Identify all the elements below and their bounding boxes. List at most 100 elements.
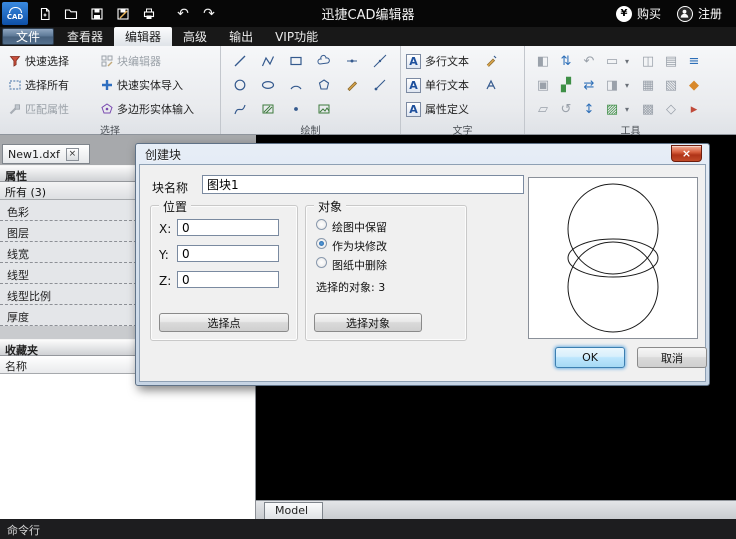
open-file-icon	[64, 6, 79, 21]
tool-icon-1-3[interactable]: ↶	[579, 54, 599, 69]
tool-icon-3-5[interactable]: ▩	[638, 102, 658, 117]
tool-icon-2-1[interactable]: ▣	[533, 78, 553, 93]
tool-dropdown-icon-2[interactable]: ▾	[625, 81, 635, 90]
tool-icon-1-2[interactable]: ⇅	[556, 54, 576, 69]
menu-item-vip[interactable]: VIP功能	[264, 27, 329, 46]
circle-icon[interactable]	[228, 75, 252, 96]
logo-text: CAD	[7, 14, 23, 21]
block-editor-button[interactable]: 块编辑器	[97, 52, 215, 70]
save-as-button[interactable]	[110, 2, 136, 25]
block-editor-icon	[99, 54, 114, 69]
document-tab[interactable]: New1.dxf ×	[2, 144, 90, 164]
match-properties-icon	[7, 102, 22, 117]
register-button[interactable]: 注册	[677, 5, 722, 22]
revision-cloud-icon[interactable]	[312, 51, 336, 72]
line-icon[interactable]	[228, 51, 252, 72]
tool-icon-2-5[interactable]: ▦	[638, 78, 658, 93]
match-properties-button[interactable]: 匹配属性	[5, 100, 97, 118]
multiline-text-button[interactable]: A 多行文本	[406, 49, 519, 73]
person-icon	[677, 6, 693, 22]
dialog-titlebar[interactable]: 创建块	[136, 144, 709, 164]
attribute-define-button[interactable]: A 属性定义	[406, 97, 519, 121]
ok-button[interactable]: OK	[555, 347, 625, 368]
quick-entity-import-button[interactable]: 快速实体导入	[97, 76, 215, 94]
tool-icon-3-7[interactable]: ▸	[684, 102, 704, 117]
tool-icon-2-7[interactable]: ◆	[684, 78, 704, 93]
spline-icon[interactable]	[228, 99, 252, 120]
tool-icon-1-4[interactable]: ▭	[602, 54, 622, 69]
command-line-bar[interactable]: 命令行	[0, 519, 736, 539]
selected-objects-count: 选择的对象: 3	[316, 279, 385, 295]
point-node-icon[interactable]	[340, 51, 364, 72]
block-name-input[interactable]	[202, 175, 524, 194]
document-tab-label: New1.dxf	[8, 148, 60, 161]
image-icon[interactable]	[312, 99, 336, 120]
menu-item-viewer[interactable]: 查看器	[56, 27, 114, 46]
position-group-label: 位置	[159, 198, 191, 215]
ellipse-icon[interactable]	[256, 75, 280, 96]
favorites-name-list[interactable]	[0, 374, 256, 519]
register-label: 注册	[698, 5, 722, 22]
dialog-close-button[interactable]: ×	[671, 145, 702, 162]
x-input[interactable]	[177, 219, 279, 236]
hatch-icon[interactable]	[256, 99, 280, 120]
radio-delete-from-drawing[interactable]	[316, 257, 327, 268]
undo-button[interactable]: ↶	[170, 2, 196, 25]
tool-dropdown-icon-1[interactable]: ▾	[625, 57, 635, 66]
tool-icon-3-2[interactable]: ↺	[556, 102, 576, 117]
position-groupbox: 位置 X: Y: Z: 选择点	[150, 205, 298, 341]
quick-select-button[interactable]: 快速选择	[5, 52, 97, 70]
tool-icon-2-6[interactable]: ▧	[661, 78, 681, 93]
buy-label: 购买	[637, 5, 661, 22]
construction-line-icon[interactable]	[368, 51, 392, 72]
buy-button[interactable]: ¥ 购买	[616, 5, 661, 22]
radio-keep-in-drawing[interactable]	[316, 219, 327, 230]
select-point-button[interactable]: 选择点	[159, 313, 289, 332]
open-file-button[interactable]	[58, 2, 84, 25]
select-all-button[interactable]: 选择所有	[5, 76, 97, 94]
singleline-text-label: 单行文本	[425, 77, 469, 93]
titlebar: CAD ↶ ↷ 迅捷CAD编辑器 ¥ 购买	[0, 0, 736, 27]
point-icon[interactable]	[284, 99, 308, 120]
model-tab[interactable]: Model	[264, 502, 323, 519]
tool-icon-2-4[interactable]: ◨	[602, 78, 622, 93]
tool-dropdown-icon-3[interactable]: ▾	[625, 105, 635, 114]
text-edit-icon[interactable]	[483, 54, 498, 69]
polygon-entity-input-button[interactable]: 多边形实体输入	[97, 100, 215, 118]
polygon-icon[interactable]	[312, 75, 336, 96]
tool-icon-1-7[interactable]: ≡	[684, 54, 704, 69]
document-tab-close-icon[interactable]: ×	[66, 148, 79, 161]
polyline-icon[interactable]	[256, 51, 280, 72]
rectangle-icon[interactable]	[284, 51, 308, 72]
command-line-label: 命令行	[7, 524, 40, 537]
sketch-icon[interactable]	[340, 75, 364, 96]
save-button[interactable]	[84, 2, 110, 25]
tool-icon-1-6[interactable]: ▤	[661, 54, 681, 69]
block-preview-drawing	[529, 178, 697, 338]
y-input[interactable]	[177, 245, 279, 262]
singleline-text-button[interactable]: A 单行文本	[406, 73, 519, 97]
tool-icon-2-2[interactable]: ▞	[556, 78, 576, 93]
menu-item-editor[interactable]: 编辑器	[114, 27, 172, 46]
menu-item-output[interactable]: 输出	[218, 27, 264, 46]
cancel-button[interactable]: 取消	[637, 347, 707, 368]
tool-icon-3-4[interactable]: ▨	[602, 102, 622, 117]
tool-icon-3-6[interactable]: ◇	[661, 102, 681, 117]
tool-icon-3-1[interactable]: ▱	[533, 102, 553, 117]
menu-item-advanced[interactable]: 高级	[172, 27, 218, 46]
redo-button[interactable]: ↷	[196, 2, 222, 25]
arc-icon[interactable]	[284, 75, 308, 96]
tool-icon-1-1[interactable]: ◧	[533, 54, 553, 69]
radio-convert-to-block[interactable]	[316, 238, 327, 249]
new-file-button[interactable]	[32, 2, 58, 25]
menu-item-file[interactable]: 文件	[2, 28, 54, 45]
text-style-icon[interactable]	[483, 78, 498, 93]
select-objects-button[interactable]: 选择对象	[314, 313, 422, 332]
ray-icon[interactable]	[368, 75, 392, 96]
menubar: 文件 查看器 编辑器 高级 输出 VIP功能	[0, 27, 736, 46]
tool-icon-3-3[interactable]: ↕	[579, 102, 599, 117]
print-button[interactable]	[136, 2, 162, 25]
tool-icon-1-5[interactable]: ◫	[638, 54, 658, 69]
tool-icon-2-3[interactable]: ⇄	[579, 78, 599, 93]
z-input[interactable]	[177, 271, 279, 288]
